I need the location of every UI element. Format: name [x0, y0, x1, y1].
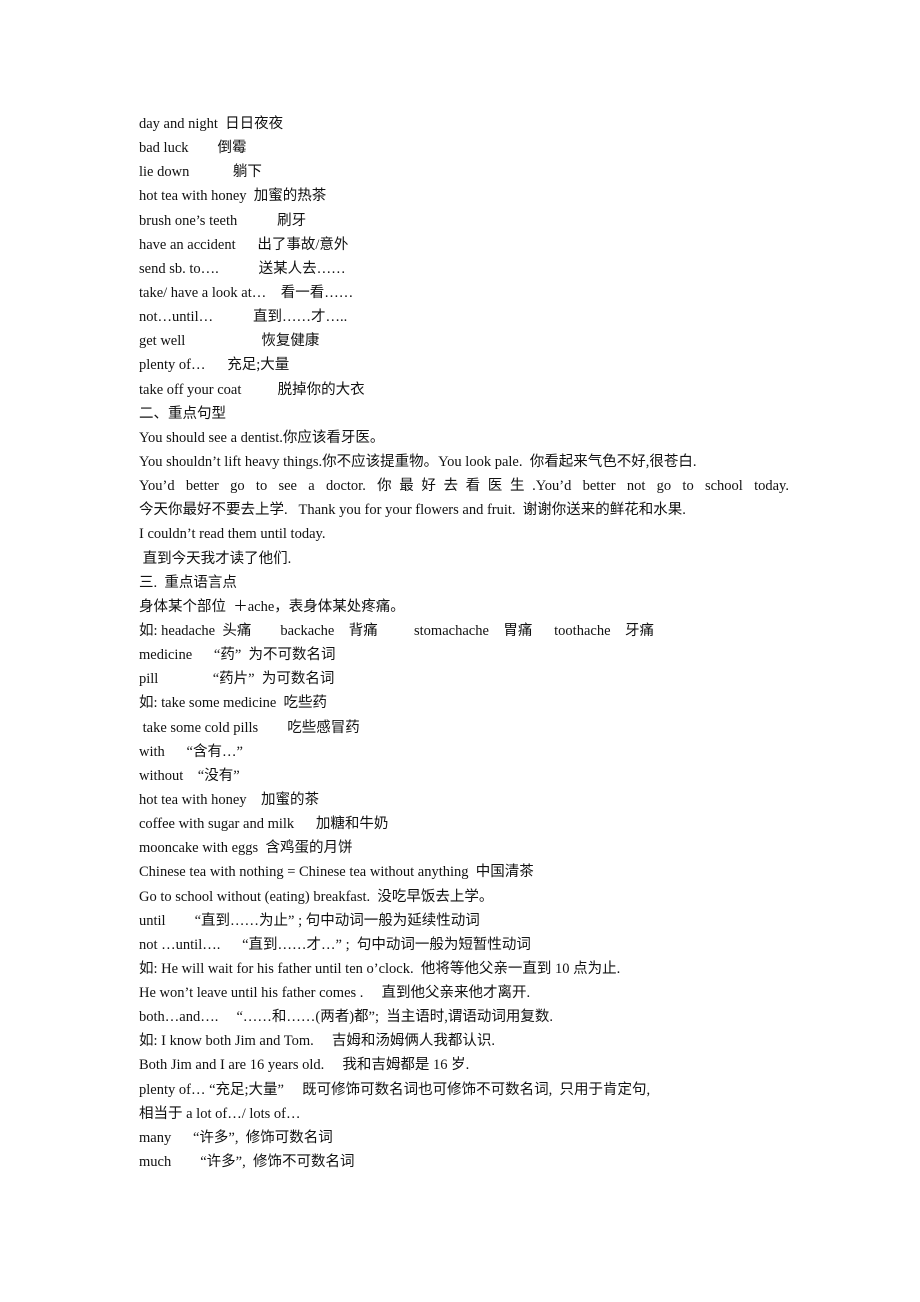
sentence-line: 今天你最好不要去上学. Thank you for your flowers a…	[139, 502, 686, 519]
vocab-line: bad luck 倒霉	[139, 140, 247, 157]
note-line: until “直到……为止” ; 句中动词一般为延续性动词	[139, 912, 480, 929]
note-line: without “没有”	[139, 767, 240, 784]
note-line: not …until…. “直到……才…” ; 句中动词一般为短暂性动词	[139, 936, 531, 953]
note-line: with “含有…”	[139, 743, 243, 760]
sentence-line: You shouldn’t lift heavy things.你不应该提重物。…	[139, 453, 697, 470]
sentence-line: 直到今天我才读了他们.	[139, 550, 292, 567]
note-line: coffee with sugar and milk 加糖和牛奶	[139, 816, 389, 833]
note-line: both…and…. “……和……(两者)都”; 当主语时,谓语动词用复数.	[139, 1009, 554, 1026]
note-line: take some cold pills 吃些感冒药	[139, 719, 360, 736]
note-line: many “许多”, 修饰可数名词	[139, 1129, 333, 1146]
section-heading-key-sentences: 二、重点句型	[139, 405, 226, 422]
note-line: 如: take some medicine 吃些药	[139, 695, 328, 712]
sentence-line: You’d better go to see a doctor. 你最好去看医生…	[139, 478, 789, 495]
note-line: plenty of… “充足;大量” 既可修饰可数名词也可修饰不可数名词, 只用…	[139, 1081, 651, 1098]
note-line: 身体某个部位 ＋ache，表身体某处疼痛。	[139, 598, 405, 615]
sentence-line: You should see a dentist.你应该看牙医。	[139, 429, 385, 446]
note-line: mooncake with eggs 含鸡蛋的月饼	[139, 840, 353, 857]
section-heading-key-points: 三. 重点语言点	[139, 574, 237, 591]
note-line: medicine “药” 为不可数名词	[139, 647, 336, 664]
vocab-line: hot tea with honey 加蜜的热茶	[139, 188, 327, 205]
vocab-line: not…until… 直到……才…..	[139, 309, 348, 326]
note-line: pill “药片” 为可数名词	[139, 671, 335, 688]
vocab-line: brush one’s teeth 刷牙	[139, 212, 307, 229]
note-line: 如: I know both Jim and Tom. 吉姆和汤姆俩人我都认识.	[139, 1033, 495, 1050]
vocab-line: get well 恢复健康	[139, 333, 320, 350]
vocab-line: have an accident 出了事故/意外	[139, 236, 349, 253]
note-line: Chinese tea with nothing = Chinese tea w…	[139, 864, 534, 881]
vocab-line: send sb. to…. 送某人去……	[139, 260, 346, 277]
note-line: 如: headache 头痛 backache 背痛 stomachache 胃…	[139, 622, 655, 639]
note-line: Go to school without (eating) breakfast.…	[139, 888, 494, 905]
sentence-line: I couldn’t read them until today.	[139, 526, 326, 543]
note-line: hot tea with honey 加蜜的茶	[139, 791, 320, 808]
vocab-line: take off your coat 脱掉你的大衣	[139, 381, 365, 398]
note-line: much “许多”, 修饰不可数名词	[139, 1154, 355, 1171]
vocab-line: plenty of… 充足;大量	[139, 357, 290, 374]
note-line: 相当于 a lot of…/ lots of…	[139, 1105, 301, 1122]
note-line: Both Jim and I are 16 years old. 我和吉姆都是 …	[139, 1057, 470, 1074]
vocab-line: lie down 躺下	[139, 164, 262, 181]
vocab-line: take/ have a look at… 看一看……	[139, 284, 354, 301]
document-page: day and night 日日夜夜 bad luck 倒霉 lie down …	[139, 112, 789, 1174]
note-line: He won’t leave until his father comes . …	[139, 985, 531, 1002]
note-line: 如: He will wait for his father until ten…	[139, 960, 621, 977]
vocab-line: day and night 日日夜夜	[139, 116, 284, 132]
